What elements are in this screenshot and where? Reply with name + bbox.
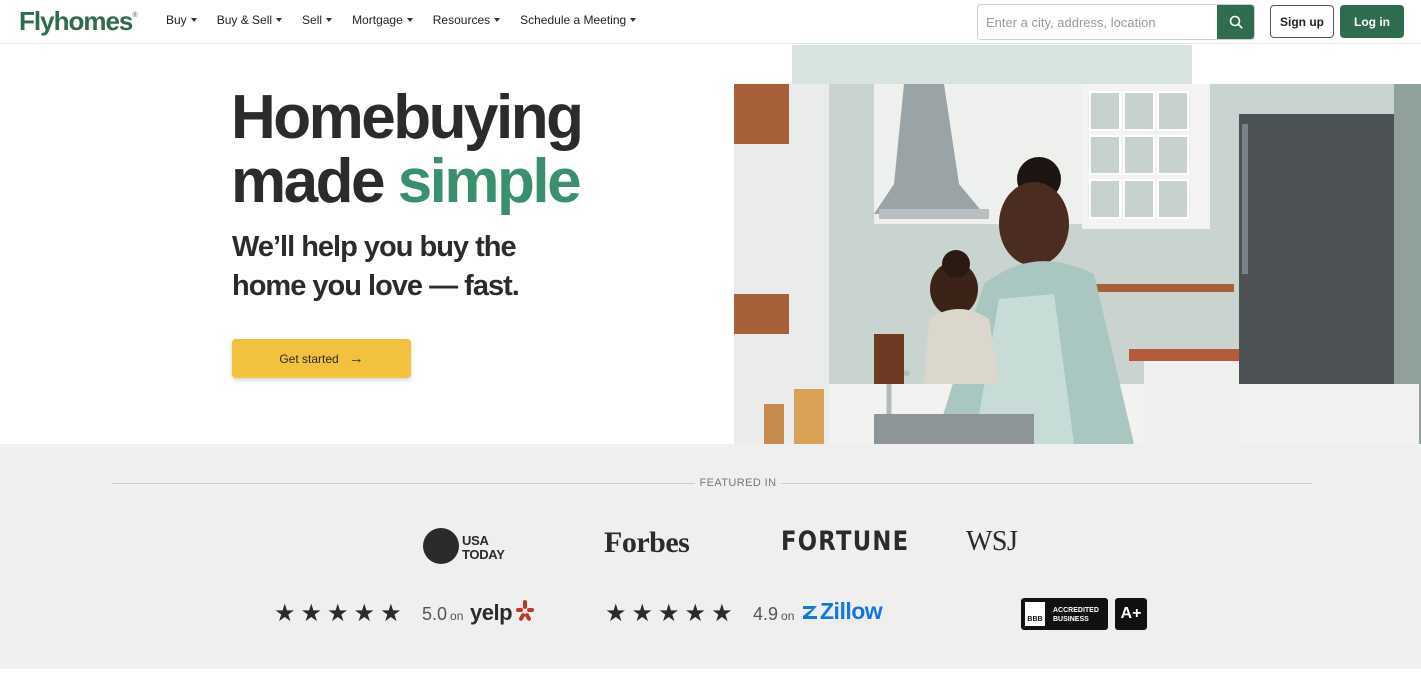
sign-up-button[interactable]: Sign up bbox=[1270, 5, 1334, 38]
menu-item-resources[interactable]: Resources bbox=[432, 13, 501, 27]
hero-photo-kitchen bbox=[734, 84, 1421, 444]
search-input[interactable] bbox=[978, 5, 1218, 39]
yelp-brand-text: yelp bbox=[470, 600, 513, 625]
zillow-on-text: on bbox=[781, 609, 795, 623]
featured-in-label: FEATURED IN bbox=[699, 477, 777, 489]
menu-item-schedule-meeting[interactable]: Schedule a Meeting bbox=[520, 13, 637, 27]
hero-title-simple: simple bbox=[397, 147, 582, 216]
zillow-score-value: 4.9 bbox=[753, 604, 779, 624]
search-button[interactable] bbox=[1217, 5, 1254, 39]
zillow-brand-text: Zillow bbox=[820, 598, 883, 624]
bbb-torch-icon: BBB bbox=[1025, 602, 1045, 626]
arrow-right-icon: → bbox=[348, 350, 364, 367]
bbb-accredited-text: ACCREDITED BUSINESS bbox=[1053, 606, 1099, 624]
yelp-score: 5.0 on bbox=[422, 604, 466, 625]
kitchen-scene-image bbox=[734, 84, 1421, 444]
top-navigation: Flyhomes® Buy Buy & Sell Sell Mortgage R… bbox=[0, 0, 1421, 44]
hero-subtitle: We’ll help you buy the home you love — f… bbox=[232, 231, 520, 302]
zillow-score: 4.9 on bbox=[753, 604, 797, 625]
featured-in-section: FEATURED IN USA TODAY Forbes FORTUNE WSJ… bbox=[0, 444, 1421, 669]
menu-label: Buy bbox=[166, 13, 187, 27]
menu-label: Buy & Sell bbox=[216, 13, 273, 27]
get-started-button[interactable]: Get started → bbox=[232, 339, 411, 378]
hero-accent-block bbox=[792, 45, 1192, 84]
caret-down-icon bbox=[630, 18, 637, 22]
logo-registered-mark: ® bbox=[132, 12, 137, 19]
flyhomes-logo[interactable]: Flyhomes® bbox=[19, 6, 138, 37]
log-in-button[interactable]: Log in bbox=[1340, 5, 1404, 38]
forbes-logo: Forbes bbox=[604, 526, 690, 559]
menu-label: Schedule a Meeting bbox=[520, 13, 627, 27]
divider-right bbox=[781, 483, 1312, 484]
menu-item-sell[interactable]: Sell bbox=[302, 13, 333, 27]
wsj-logo: WSJ bbox=[966, 526, 1018, 557]
hero-title: Homebuying made simple bbox=[231, 83, 584, 216]
yelp-logo: yelp bbox=[470, 600, 534, 626]
main-menu: Buy Buy & Sell Sell Mortgage Resources S… bbox=[166, 13, 656, 27]
usa-today-line2: TODAY bbox=[462, 547, 505, 562]
zillow-logo: Zillow bbox=[800, 598, 883, 625]
zillow-star-rating: ★★★★★ bbox=[605, 600, 738, 627]
yelp-burst-icon bbox=[515, 600, 534, 621]
yelp-on-text: on bbox=[450, 609, 464, 623]
get-started-label: Get started bbox=[279, 351, 339, 366]
menu-label: Mortgage bbox=[352, 13, 403, 27]
yelp-star-rating: ★★★★★ bbox=[274, 600, 407, 627]
zillow-z-icon bbox=[803, 606, 817, 619]
menu-label: Resources bbox=[432, 13, 491, 27]
hero-title-line2: made simple bbox=[231, 147, 582, 216]
caret-down-icon bbox=[326, 18, 333, 22]
bbb-line2: BUSINESS bbox=[1053, 616, 1089, 623]
caret-down-icon bbox=[190, 18, 197, 22]
caret-down-icon bbox=[494, 18, 501, 22]
location-search bbox=[977, 4, 1255, 40]
menu-item-mortgage[interactable]: Mortgage bbox=[352, 13, 413, 27]
hero-title-made: made bbox=[231, 147, 398, 216]
logo-text: Flyhomes bbox=[19, 6, 133, 36]
divider-left bbox=[112, 483, 695, 484]
usa-today-logo: USA TODAY bbox=[462, 534, 505, 562]
yelp-score-value: 5.0 bbox=[422, 604, 448, 624]
bbb-accredited-badge: BBB ACCREDITED BUSINESS bbox=[1021, 598, 1108, 630]
caret-down-icon bbox=[276, 18, 283, 22]
menu-label: Sell bbox=[302, 13, 323, 27]
hero-title-line1: Homebuying bbox=[231, 83, 584, 152]
bbb-line1: ACCREDITED bbox=[1053, 607, 1099, 614]
caret-down-icon bbox=[406, 18, 413, 22]
fortune-logo: FORTUNE bbox=[781, 526, 910, 557]
search-icon bbox=[1229, 15, 1243, 29]
usa-today-line1: USA bbox=[462, 533, 489, 548]
bbb-grade-badge: A+ bbox=[1115, 598, 1147, 630]
menu-item-buy[interactable]: Buy bbox=[166, 13, 197, 27]
menu-item-buy-and-sell[interactable]: Buy & Sell bbox=[216, 13, 283, 27]
usa-today-logo-icon bbox=[423, 528, 459, 564]
